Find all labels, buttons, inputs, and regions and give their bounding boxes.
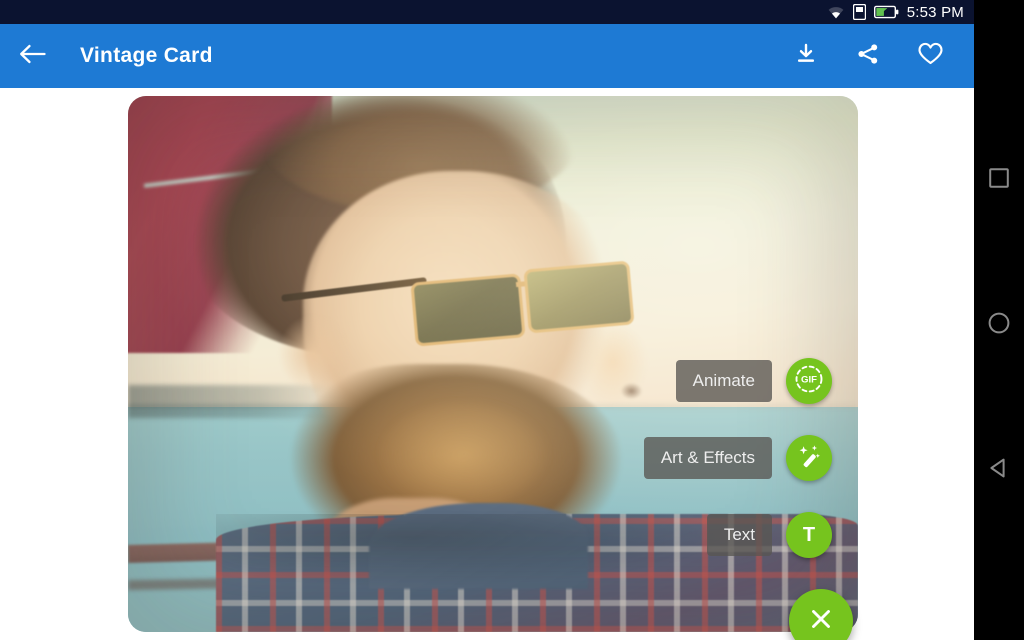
fab-label-text[interactable]: Text (707, 514, 772, 556)
gif-icon: GIF (792, 362, 826, 401)
back-arrow-icon (19, 43, 46, 70)
heart-outline-icon (917, 41, 944, 71)
close-icon (806, 604, 836, 639)
share-icon (856, 42, 880, 71)
animate-button[interactable]: GIF (786, 358, 832, 404)
share-button[interactable] (846, 34, 890, 78)
fab-label-art-effects[interactable]: Art & Effects (644, 437, 772, 479)
page-title: Vintage Card (80, 44, 213, 68)
fab-row-animate: Animate GIF (676, 358, 832, 404)
nav-home-button[interactable] (974, 300, 1024, 350)
favorite-button[interactable] (908, 34, 952, 78)
status-time: 5:53 PM (907, 4, 964, 21)
text-button[interactable]: T (786, 512, 832, 558)
text-icon: T (803, 524, 815, 547)
nav-recents-button[interactable] (974, 155, 1024, 205)
download-icon (794, 42, 818, 71)
triangle-back-icon (987, 456, 1011, 485)
app-screen: 5:53 PM Vintage Card (0, 0, 1024, 640)
svg-text:GIF: GIF (801, 374, 817, 385)
status-bar: 5:53 PM (0, 0, 974, 24)
art-effects-button[interactable] (786, 435, 832, 481)
editor-canvas: Animate GIF Art & Effects (0, 88, 974, 640)
battery-icon (874, 5, 899, 19)
fab-row-art-effects: Art & Effects (644, 435, 832, 481)
fab-label-animate[interactable]: Animate (676, 360, 772, 402)
sd-card-icon (853, 4, 866, 20)
fab-row-text: Text T (707, 512, 832, 558)
system-nav-bar (974, 0, 1024, 640)
app-bar: Vintage Card (0, 24, 974, 88)
back-button[interactable] (0, 24, 64, 88)
square-icon (988, 167, 1010, 194)
circle-icon (987, 311, 1011, 340)
nav-back-button[interactable] (974, 445, 1024, 495)
wifi-icon (827, 5, 845, 19)
download-button[interactable] (784, 34, 828, 78)
magic-wand-icon (794, 441, 824, 476)
appbar-actions (784, 34, 974, 78)
